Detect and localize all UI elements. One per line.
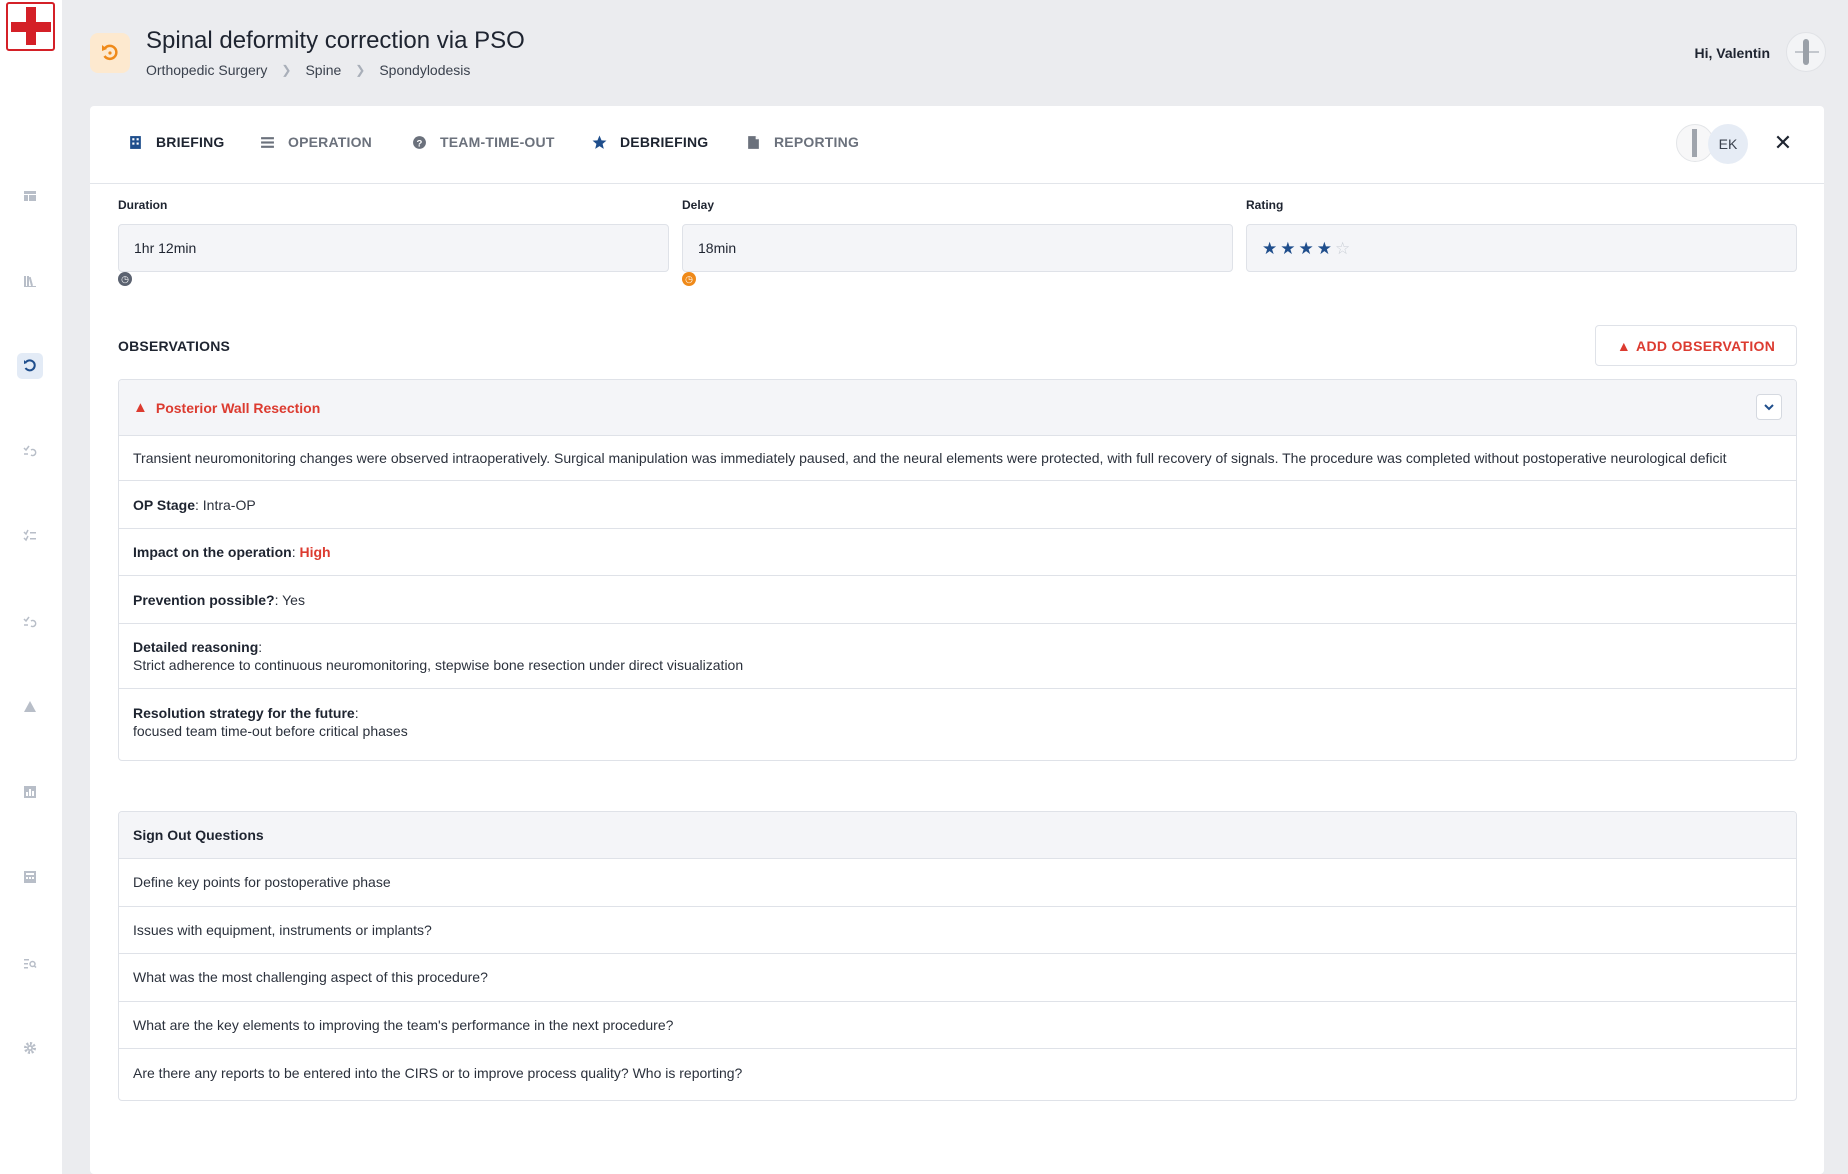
star-icon [590, 135, 608, 150]
sign-out-questions-panel: Sign Out Questions Define key points for… [118, 811, 1797, 1101]
star-empty-icon[interactable]: ☆ [1335, 240, 1350, 257]
delay-label: Delay [682, 198, 715, 212]
star-filled-icon[interactable]: ★ [1317, 240, 1332, 257]
user-greeting: Hi, Valentin [1694, 45, 1770, 61]
debriefing-icon [90, 33, 130, 73]
breadcrumb-item[interactable]: Spine [305, 62, 341, 78]
team-member-avatar[interactable]: EK [1708, 124, 1748, 164]
star-rating: ★ ★ ★ ★ ☆ [1262, 240, 1350, 257]
list-item[interactable]: What are the key elements to improving t… [119, 1002, 1796, 1049]
list-item[interactable]: Issues with equipment, instruments or im… [119, 907, 1796, 954]
checklist-icon[interactable] [19, 525, 41, 547]
observation-reasoning: Detailed reasoning: Strict adherence to … [119, 624, 1796, 689]
observation-prevention: Prevention possible?: Yes [119, 576, 1796, 624]
list-icon [258, 135, 276, 150]
close-button[interactable]: ✕ [1766, 126, 1800, 160]
app-logo[interactable] [6, 2, 55, 51]
chevron-down-icon [1764, 404, 1774, 411]
table-icon[interactable] [19, 185, 41, 207]
tab-bar: BRIEFING OPERATION ? TEAM-TIME-OUT DEBRI… [90, 106, 1824, 184]
books-icon[interactable] [19, 270, 41, 292]
observations-title: OBSERVATIONS [118, 338, 231, 354]
warning-icon[interactable] [19, 696, 41, 718]
user-avatar[interactable] [1786, 32, 1826, 72]
observation-description: Transient neuromonitoring changes were o… [119, 436, 1796, 481]
chevron-right-icon: ❯ [355, 63, 366, 77]
sign-out-title: Sign Out Questions [119, 812, 1796, 859]
rating-field: ★ ★ ★ ★ ☆ [1246, 224, 1797, 272]
chart-icon[interactable] [19, 781, 41, 803]
clock-icon: ◷ [118, 272, 132, 286]
observation-title: Posterior Wall Resection [155, 399, 321, 416]
tab-team-time-out[interactable]: ? TEAM-TIME-OUT [410, 134, 555, 150]
close-icon: ✕ [1773, 130, 1793, 155]
sidebar [0, 0, 62, 1174]
observation-header[interactable]: ▲ Posterior Wall Resection [119, 380, 1796, 436]
timer-icon: ◷ [682, 272, 696, 286]
calculator-icon[interactable] [19, 866, 41, 888]
main-card: BRIEFING OPERATION ? TEAM-TIME-OUT DEBRI… [90, 106, 1824, 1174]
warning-icon: ▲ [133, 399, 148, 416]
list-item[interactable]: Define key points for postoperative phas… [119, 859, 1796, 907]
breadcrumb-item[interactable]: Orthopedic Surgery [146, 62, 267, 78]
tab-debriefing[interactable]: DEBRIEFING [590, 134, 708, 150]
tab-operation[interactable]: OPERATION [258, 134, 372, 150]
list-item[interactable]: What was the most challenging aspect of … [119, 954, 1796, 1002]
duration-field[interactable]: 1hr 12min [118, 224, 669, 272]
duration-label: Duration [118, 198, 168, 212]
observation-op-stage: OP Stage: Intra-OP [119, 481, 1796, 529]
gear-icon[interactable] [19, 1037, 41, 1059]
list-item[interactable]: Are there any reports to be entered into… [119, 1049, 1796, 1097]
warning-icon: ▲ [1616, 337, 1632, 354]
expand-button[interactable] [1756, 394, 1782, 420]
star-filled-icon[interactable]: ★ [1299, 240, 1314, 257]
rating-label: Rating [1246, 198, 1284, 212]
breadcrumb: Orthopedic Surgery ❯ Spine ❯ Spondylodes… [146, 62, 470, 78]
observation-impact: Impact on the operation: High [119, 529, 1796, 576]
add-observation-button[interactable]: ▲ ADD OBSERVATION [1595, 325, 1797, 366]
star-filled-icon[interactable]: ★ [1262, 240, 1277, 257]
building-icon [126, 135, 144, 150]
delay-field[interactable]: 18min [682, 224, 1233, 272]
debriefing-icon[interactable] [17, 353, 43, 379]
tab-reporting[interactable]: REPORTING [744, 134, 859, 150]
breadcrumb-item[interactable]: Spondylodesis [379, 62, 470, 78]
chevron-right-icon: ❯ [281, 63, 292, 77]
document-icon [744, 135, 762, 150]
svg-text:?: ? [416, 138, 422, 149]
checklist-undo-icon[interactable] [19, 440, 41, 462]
tab-briefing[interactable]: BRIEFING [126, 134, 225, 150]
star-filled-icon[interactable]: ★ [1280, 240, 1295, 257]
page-title: Spinal deformity correction via PSO [146, 27, 525, 54]
search-list-icon[interactable] [19, 952, 41, 974]
observation-panel: ▲ Posterior Wall Resection Transient neu… [118, 379, 1797, 761]
question-icon: ? [410, 135, 428, 150]
checklist-undo-icon[interactable] [19, 611, 41, 633]
observation-resolution: Resolution strategy for the future: focu… [133, 704, 408, 739]
